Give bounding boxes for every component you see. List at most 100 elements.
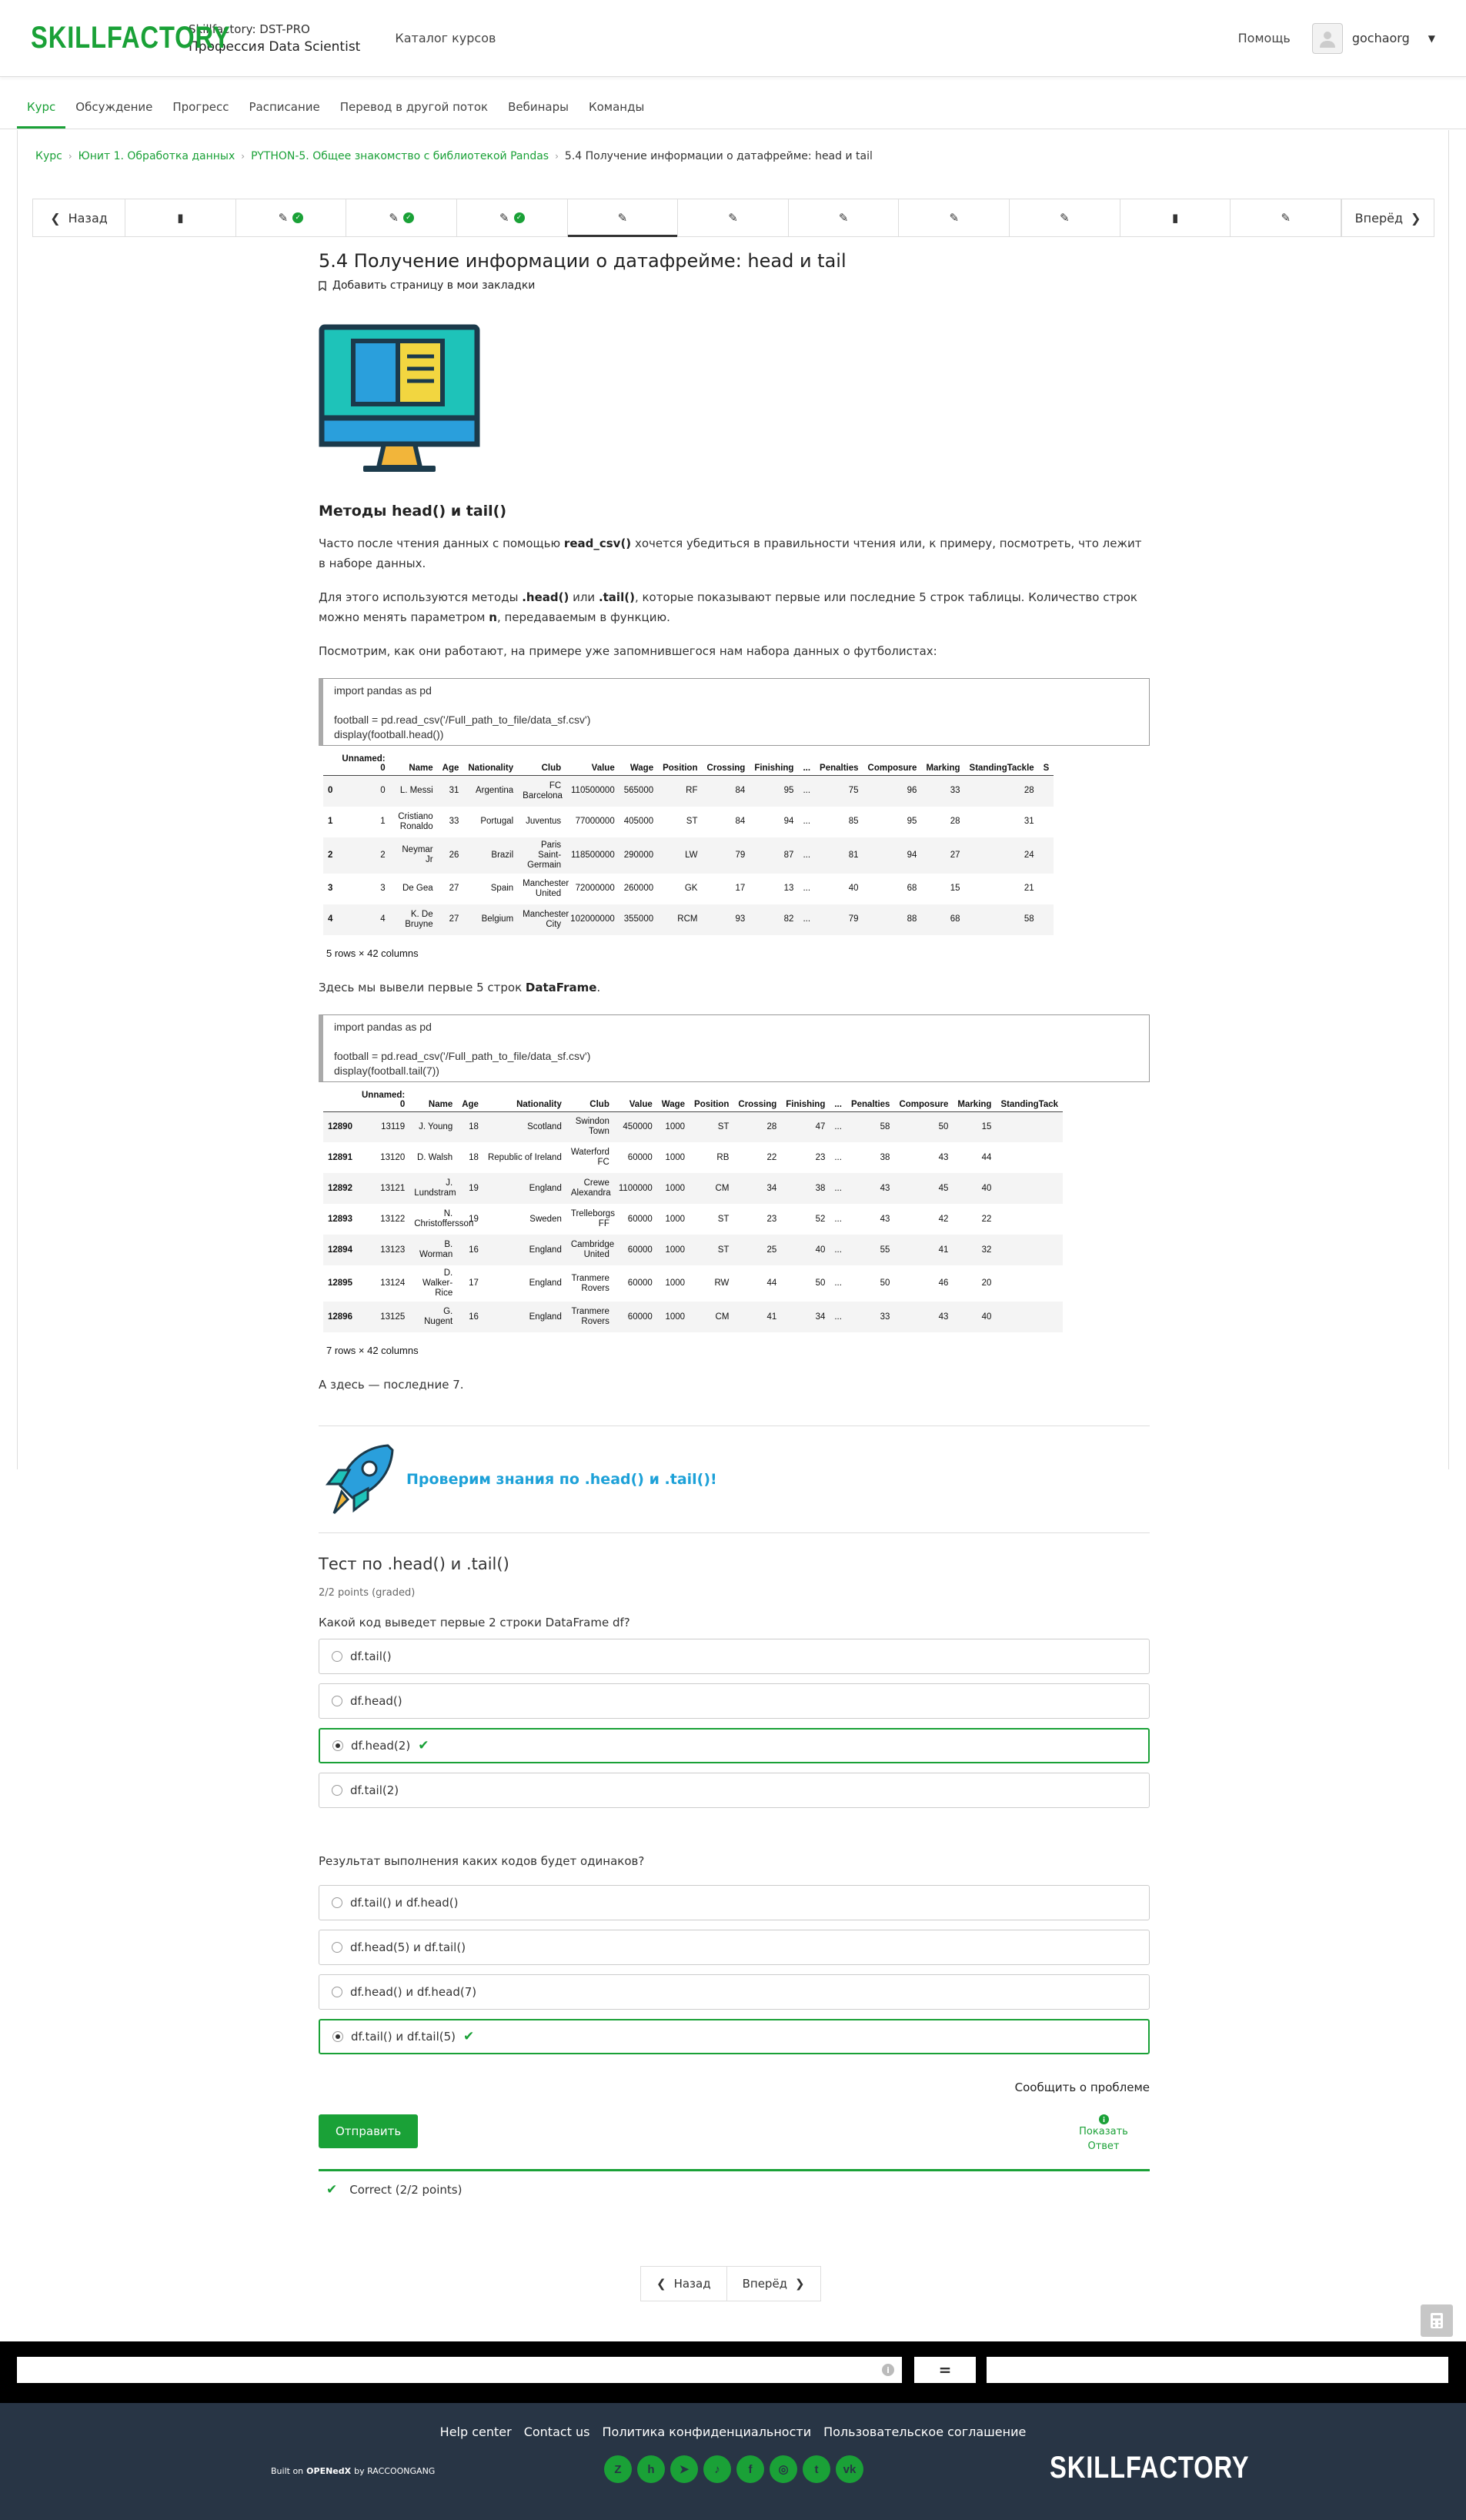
seq-item-problem-done[interactable]: ✎ ✓ [457,199,568,236]
calculator-toggle-button[interactable] [1421,2304,1453,2337]
twitter-icon[interactable]: t [803,2455,830,2483]
radio-button[interactable] [332,1942,342,1953]
tab-webinars[interactable]: Вебинары [498,100,579,129]
table-cell: Waterford FC [570,1148,609,1167]
table-cell: FC Barcelona [518,775,566,807]
footer-link-terms[interactable]: Пользовательское соглашение [823,2425,1026,2439]
catalog-link[interactable]: Каталог курсов [395,31,496,45]
caret-down-icon[interactable]: ▼ [1428,33,1435,44]
table-cell: 81 [815,837,863,874]
table-cell: ... [798,775,816,807]
answer-option[interactable]: df.head() и df.head(7) [319,1974,1150,2010]
info-icon[interactable]: i [882,2364,894,2376]
table-cell: 13 [783,884,794,893]
avatar[interactable] [1311,22,1343,54]
row-index: 1 [328,817,333,826]
radio-button[interactable] [332,1987,342,1997]
tab-transfer[interactable]: Перевод в другой поток [330,100,498,129]
calculator-equals-button[interactable]: = [914,2357,976,2383]
answer-option[interactable]: df.tail() [319,1639,1150,1674]
table-cell: 27 [437,904,464,935]
row-index: 4 [323,904,338,935]
tab-progress[interactable]: Прогресс [162,100,239,129]
table-cell: 15 [950,884,960,893]
tab-discussion[interactable]: Обсуждение [65,100,162,129]
footer-link-help[interactable]: Help center [440,2425,512,2439]
zen-icon[interactable]: Z [604,2455,632,2483]
section-title: Методы head() и tail() [319,503,507,520]
table-cell: 24 [964,837,1039,874]
column-header: Composure [894,1088,953,1112]
answer-option-selected[interactable]: df.tail() и df.tail(5) ✔ [319,2019,1150,2054]
tab-schedule[interactable]: Расписание [239,100,329,129]
text: Часто после чтения данных с помощью [319,536,564,550]
breadcrumb-course[interactable]: Курс [35,150,62,162]
tab-course[interactable]: Курс [17,100,66,129]
chat-icon[interactable]: ♪ [703,2455,731,2483]
seq-item-problem-done[interactable]: ✎ ✓ [236,199,347,236]
instagram-icon[interactable]: ◎ [770,2455,797,2483]
seq-item-text[interactable]: ▮ [1120,199,1231,236]
seq-item-text[interactable]: ▮ [125,199,236,236]
seq-item-current[interactable]: ✎ [567,199,679,237]
chevron-right-icon: › [555,151,559,162]
raccoongang-label: by RACCOONGANG [354,2466,436,2476]
user-menu[interactable]: gochaorg ▼ [1311,22,1435,54]
vk-icon[interactable]: vk [836,2455,863,2483]
radio-button[interactable] [332,2031,343,2042]
bottom-forward-button[interactable]: Вперёд ❯ [726,2267,820,2301]
radio-button[interactable] [332,1740,343,1751]
answer-option[interactable]: df.head(5) и df.tail() [319,1930,1150,1965]
breadcrumb-unit[interactable]: Юнит 1. Обработка данных [78,150,235,162]
footer-link-privacy[interactable]: Политика конфиденциальности [603,2425,812,2439]
built-on-badge[interactable]: Built on OPENedX by RACCOONGANG [271,2466,435,2476]
tab-teams[interactable]: Команды [579,100,654,129]
answer-option[interactable]: df.head() [319,1683,1150,1719]
radio-button[interactable] [332,1785,342,1796]
table-cell: 3 [380,884,386,893]
table-cell: 34 [733,1173,782,1204]
code-term: DataFrame [525,980,597,994]
seq-item-problem[interactable]: ✎ [1231,199,1342,236]
table-cell: Swindon Town [566,1111,614,1142]
answer-option[interactable]: df.tail(2) [319,1773,1150,1808]
option-label: df.head(5) и df.tail() [350,1940,466,1954]
table-cell: Cambridge United [566,1235,614,1265]
footer-link-contact[interactable]: Contact us [524,2425,590,2439]
radio-button[interactable] [332,1651,342,1662]
table-cell: 94 [863,837,922,874]
table-cell: 38 [781,1173,830,1204]
check-icon: ✔ [463,2029,475,2044]
skillfactory-logo[interactable]: SKILLFACTORY [31,21,230,55]
seq-item-problem[interactable]: ✎ [899,199,1010,236]
seq-forward-button[interactable]: Вперёд ❯ [1341,199,1434,236]
footer-skillfactory-logo[interactable]: SKILLFACTORY [1050,2451,1249,2485]
show-answer-button[interactable]: Показать Ответ [1057,2114,1150,2154]
seq-item-problem[interactable]: ✎ [678,199,789,236]
table-cell: L. Messi [389,775,438,807]
help-link[interactable]: Помощь [1238,31,1291,45]
username[interactable]: gochaorg [1352,31,1410,45]
facebook-icon[interactable]: f [736,2455,764,2483]
table-cell: 2 [337,837,390,874]
telegram-icon[interactable]: ➤ [670,2455,698,2483]
seq-item-problem[interactable]: ✎ [789,199,900,236]
submit-button[interactable]: Отправить [319,2114,419,2148]
bottom-back-button[interactable]: ❮ Назад [641,2267,726,2301]
seq-item-problem[interactable]: ✎ [1010,199,1120,236]
code-block-tail: import pandas as pd football = pd.read_c… [319,1014,1150,1082]
radio-button[interactable] [332,1696,342,1706]
breadcrumb: Курс › Юнит 1. Обработка данных › PYTHON… [35,150,873,162]
answer-option-selected[interactable]: df.head(2) ✔ [319,1728,1150,1763]
row-index: 12890 [323,1111,357,1142]
bookmark-button[interactable]: Добавить страницу в мои закладки [319,279,1150,292]
calculator-input[interactable] [17,2357,902,2383]
habr-icon[interactable]: h [637,2455,665,2483]
table-row: 12892 13121 J. Lundstram 19 England Crewe Ale… [323,1173,1064,1204]
report-problem-link[interactable]: Сообщить о проблеме [319,2081,1150,2094]
breadcrumb-module[interactable]: PYTHON-5. Общее знакомство с библиотекой… [251,150,549,162]
seq-back-button[interactable]: ❮ Назад [33,199,125,236]
radio-button[interactable] [332,1897,342,1908]
answer-option[interactable]: df.tail() и df.head() [319,1885,1150,1920]
seq-item-problem-done[interactable]: ✎ ✓ [346,199,457,236]
